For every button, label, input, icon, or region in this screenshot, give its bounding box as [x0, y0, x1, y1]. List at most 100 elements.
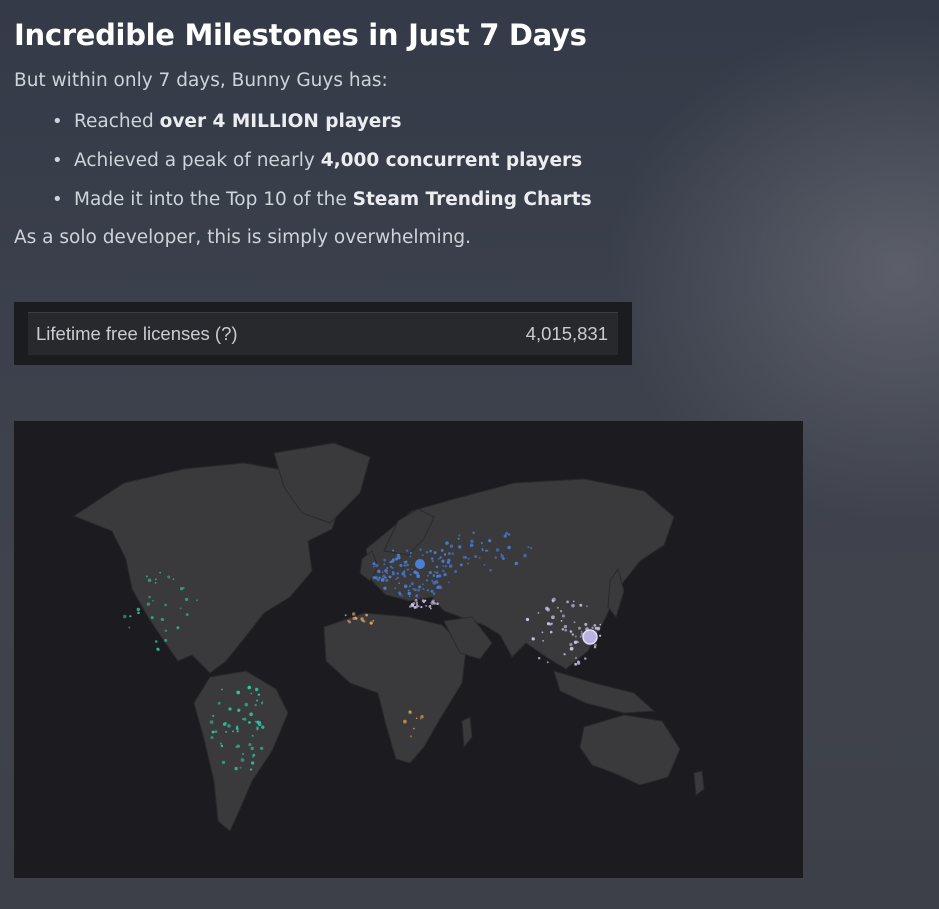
player-dot: [362, 619, 366, 623]
player-dot: [425, 579, 429, 582]
player-dot: [211, 730, 215, 734]
player-dot: [401, 571, 406, 576]
player-dot: [249, 712, 253, 717]
player-dot: [184, 597, 189, 602]
player-dot: [401, 595, 404, 597]
player-dot: [530, 547, 533, 550]
player-dot: [459, 563, 463, 567]
player-dot: [396, 572, 400, 575]
player-dot: [531, 637, 535, 641]
player-dot: [403, 560, 407, 564]
player-dot: [574, 662, 578, 666]
player-dot: [494, 556, 497, 559]
player-dot: [584, 622, 588, 626]
player-dot: [236, 744, 240, 748]
player-dot: [564, 629, 568, 632]
player-dot: [383, 586, 387, 590]
player-dot: [472, 531, 475, 534]
player-dot: [420, 715, 424, 719]
player-dot: [413, 727, 415, 730]
milestone-text: Achieved a peak of nearly: [74, 150, 321, 171]
player-dot: [414, 598, 418, 602]
map-land-africa: [323, 612, 467, 764]
player-dot: [447, 552, 451, 556]
player-dot: [244, 702, 249, 707]
player-dot: [154, 640, 158, 643]
player-dot: [152, 599, 154, 602]
player-dot: [444, 565, 447, 568]
player-dot: [428, 571, 432, 575]
player-dot: [386, 567, 389, 569]
player-dot: [375, 577, 379, 580]
map-land-new-zealand: [693, 770, 705, 796]
player-dot: [212, 714, 215, 717]
player-dot: [412, 602, 416, 605]
player-dot: [403, 584, 408, 589]
player-dot: [414, 605, 418, 609]
milestone-highlight: 4,000 concurrent players: [320, 150, 583, 171]
player-dot: [384, 569, 388, 573]
player-dot: [429, 607, 432, 610]
player-dot: [443, 573, 447, 577]
player-dot: [449, 544, 454, 548]
player-dot: [432, 592, 436, 595]
player-dot: [433, 551, 437, 555]
player-dot: [428, 605, 432, 608]
player-dot: [469, 543, 474, 548]
player-dot: [406, 563, 409, 567]
player-dot: [155, 578, 157, 581]
player-dot: [563, 653, 566, 656]
map-land-australia: [579, 714, 681, 786]
player-dot: [406, 568, 410, 571]
player-dot: [578, 626, 581, 630]
player-dot: [235, 727, 239, 730]
player-dot: [219, 742, 222, 745]
player-dot: [435, 565, 439, 569]
player-dot: [164, 603, 167, 607]
player-dot: [440, 548, 444, 552]
player-dot: [577, 661, 581, 665]
player-dot: [403, 574, 407, 578]
player-dot: [571, 603, 575, 608]
player-dot: [157, 648, 160, 652]
player-dot: [232, 730, 234, 733]
player-dot: [579, 603, 583, 607]
player-dot: [386, 572, 389, 575]
player-dot: [462, 555, 466, 559]
player-dot: [409, 551, 412, 554]
player-dot: [394, 557, 399, 561]
player-dot: [561, 627, 565, 631]
player-dot: [426, 589, 429, 592]
player-dot: [254, 703, 257, 707]
player-dot: [467, 562, 469, 565]
player-dot: [454, 570, 457, 574]
player-dot: [407, 589, 410, 592]
player-dot: [569, 642, 573, 647]
player-dot: [389, 561, 391, 563]
player-dot: [236, 730, 239, 733]
player-dot: [434, 579, 439, 584]
player-dot: [556, 606, 559, 609]
player-dot: [438, 558, 440, 560]
player-dot: [259, 721, 262, 723]
player-dot: [446, 560, 450, 564]
player-dot: [176, 626, 180, 630]
player-dot: [137, 611, 140, 615]
license-stat-value: 4,015,831: [525, 323, 608, 344]
player-dot: [486, 549, 489, 552]
license-stat-label[interactable]: Lifetime free licenses (?): [36, 323, 238, 345]
player-dot: [250, 761, 255, 765]
player-dot: [164, 638, 168, 642]
player-dot: [478, 556, 481, 559]
player-dot: [396, 576, 399, 580]
player-dot: [241, 752, 245, 756]
player-dot: [569, 646, 574, 651]
player-dot: [209, 720, 214, 724]
player-dot: [217, 701, 221, 705]
player-dot: [164, 629, 168, 633]
player-dot: [586, 605, 588, 607]
player-dot: [442, 569, 445, 573]
player-dot: [256, 699, 259, 702]
player-dot: [430, 589, 434, 593]
player-dot: [254, 720, 257, 723]
